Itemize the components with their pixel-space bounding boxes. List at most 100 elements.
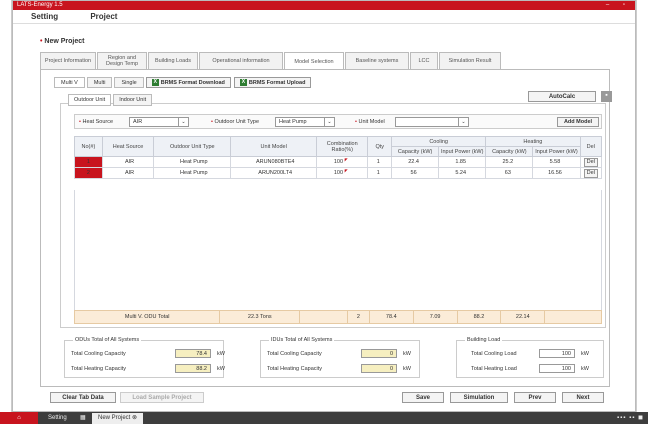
simulation-button[interactable]: Simulation	[450, 392, 508, 403]
menu-project[interactable]: Project	[90, 12, 117, 21]
cell-cool-power: 5.24	[438, 167, 487, 179]
odu-summary-group: ODUs Total of All Systems Total Cooling …	[64, 337, 225, 378]
cell-odu-type: Heat Pump	[153, 167, 232, 179]
unit-label: kW	[217, 351, 225, 357]
cell-cool-capacity: 22.4	[391, 156, 440, 168]
window-controls[interactable]: – ▫	[606, 1, 631, 10]
chevron-down-icon: ⌄	[458, 118, 468, 126]
heat-source-select[interactable]: AIR ⌄	[129, 117, 189, 127]
taskbar-current-project[interactable]: New Project ⊗	[92, 413, 144, 424]
tray-icons: ▪▪▪ ▪▪ ◼	[617, 415, 644, 421]
tab-multi[interactable]: Multi	[86, 77, 113, 88]
outdoor-type-label: • Outdoor Unit Type	[211, 119, 260, 125]
excel-icon: X	[239, 79, 247, 86]
odu-heat-label: Total Heating Capacity	[71, 366, 127, 372]
col-cool-capacity: Capacity (kW)	[391, 146, 440, 157]
total-label: Multi V. ODU Total	[75, 311, 221, 323]
table-row[interactable]: 1 AIR Heat Pump ARUN080BTE4 100 ◤ 1 22.4…	[74, 156, 603, 168]
col-no: No(#)	[74, 136, 103, 157]
unit-label: kW	[403, 351, 411, 357]
save-button[interactable]: Save	[402, 392, 444, 403]
tab-indoor-unit[interactable]: Indoor Unit	[113, 94, 153, 106]
total-heat-capacity: 88.2	[458, 311, 502, 323]
unit-model-select[interactable]: ⌄	[395, 117, 469, 127]
load-cool-label: Total Cooling Load	[471, 351, 517, 357]
title-bar: LATS-Energy 1.5 – ▫	[13, 1, 635, 10]
row-number: 1	[74, 156, 103, 168]
col-heat-power: Input Power (kW)	[532, 146, 581, 157]
col-qty: Qty	[367, 136, 393, 157]
idu-cool-label: Total Cooling Capacity	[267, 351, 322, 357]
tab-single[interactable]: Single	[114, 77, 144, 88]
prev-button[interactable]: Prev	[514, 392, 556, 403]
cell-qty[interactable]: 1	[367, 167, 393, 179]
cell-ratio[interactable]: 100 ◤	[316, 156, 369, 168]
load-cool-value[interactable]: 100	[539, 349, 575, 358]
brms-download-button[interactable]: X BRMS Format Download	[145, 77, 231, 88]
main-tabs: Project Information Region and Design Te…	[40, 52, 502, 70]
col-cool-power: Input Power (kW)	[438, 146, 487, 157]
system-type-tabs: Multi V Multi Single X BRMS Format Downlo…	[54, 77, 314, 88]
group-title: Building Load	[465, 337, 503, 343]
close-icon[interactable]: ⊗	[132, 415, 137, 421]
cell-heat-power: 16.56	[532, 167, 581, 179]
menu-setting[interactable]: Setting	[31, 12, 58, 21]
window-title: LATS-Energy 1.5	[17, 2, 63, 8]
brms-upload-button[interactable]: X BRMS Format Upload	[233, 77, 312, 88]
cell-ratio[interactable]: 100 ◤	[316, 167, 369, 179]
grid-icon: ▦	[80, 415, 86, 421]
col-heating: Heating	[485, 136, 581, 147]
expand-icon[interactable]: ▪	[601, 91, 612, 102]
autocalc-button[interactable]: AutoCalc	[528, 91, 596, 102]
tab-model-selection[interactable]: Model Selection	[284, 52, 344, 70]
row-number: 2	[74, 167, 103, 179]
tab-region-design-temp[interactable]: Region and Design Temp	[97, 52, 147, 69]
odu-heat-value: 88.2	[175, 364, 211, 373]
outdoor-type-select[interactable]: Heat Pump ⌄	[275, 117, 335, 127]
tab-multi-v[interactable]: Multi V	[54, 77, 85, 88]
cell-heat-power: 5.58	[532, 156, 581, 168]
idu-heat-label: Total Heating Capacity	[267, 366, 323, 372]
table-row[interactable]: 2 AIR Heat Pump ARUN200LT4 100 ◤ 1 56 5.…	[74, 167, 603, 179]
tab-lcc[interactable]: LCC	[410, 52, 438, 69]
cell-qty[interactable]: 1	[367, 156, 393, 168]
delete-button[interactable]: Del	[583, 168, 598, 178]
cell-odu-type: Heat Pump	[153, 156, 232, 168]
taskbar-setting[interactable]: Setting	[48, 412, 67, 424]
chevron-down-icon: ⌄	[324, 118, 334, 126]
taskbar: ⌂ Setting ▦ New Project ⊗ ▪▪▪ ▪▪ ◼	[0, 412, 648, 424]
load-sample-project-button[interactable]: Load Sample Project	[120, 392, 204, 403]
outdoor-unit-table: No(#) Heat Source Outdoor Unit Type Unit…	[74, 136, 603, 179]
tab-outdoor-unit[interactable]: Outdoor Unit	[68, 94, 112, 106]
add-model-button[interactable]: Add Model	[557, 117, 599, 127]
tab-simulation-result[interactable]: Simulation Result	[439, 52, 501, 69]
clear-tab-data-button[interactable]: Clear Tab Data	[50, 392, 116, 403]
col-combination: Combination Ratio(%)	[316, 136, 369, 157]
col-unit-model: Unit Model	[230, 136, 318, 157]
unit-label: kW	[581, 366, 589, 372]
load-heat-value[interactable]: 100	[539, 364, 575, 373]
total-heat-power: 22.14	[501, 311, 546, 323]
cell-heat-source: AIR	[101, 167, 155, 179]
left-edge	[0, 0, 12, 412]
tab-baseline-systems[interactable]: Baseline systems	[345, 52, 409, 69]
col-heat-source: Heat Source	[101, 136, 155, 157]
cell-del: Del	[579, 167, 603, 179]
building-load-group: Building Load Total Cooling Load 100 kW …	[456, 337, 604, 378]
tab-building-loads[interactable]: Building Loads	[148, 52, 198, 69]
menu-bar: Setting Project	[13, 10, 635, 24]
delete-button[interactable]: Del	[583, 157, 598, 167]
edit-marker-icon: ◤	[344, 157, 348, 162]
home-icon[interactable]: ⌂	[0, 412, 38, 424]
app-frame: LATS-Energy 1.5 – ▫ Setting Project • Ne…	[0, 0, 648, 424]
cell-unit-model: ARUN080BTE4	[230, 156, 318, 168]
next-button[interactable]: Next	[562, 392, 604, 403]
tab-operational-information[interactable]: Operational information	[199, 52, 283, 69]
edit-marker-icon: ◤	[344, 168, 348, 173]
tab-project-information[interactable]: Project Information	[40, 52, 96, 69]
unit-tabs: Outdoor Unit Indoor Unit	[68, 94, 154, 106]
excel-icon: X	[151, 79, 159, 86]
idu-cool-value: 0	[361, 349, 397, 358]
cell-heat-capacity: 63	[485, 167, 534, 179]
odu-cool-label: Total Cooling Capacity	[71, 351, 126, 357]
